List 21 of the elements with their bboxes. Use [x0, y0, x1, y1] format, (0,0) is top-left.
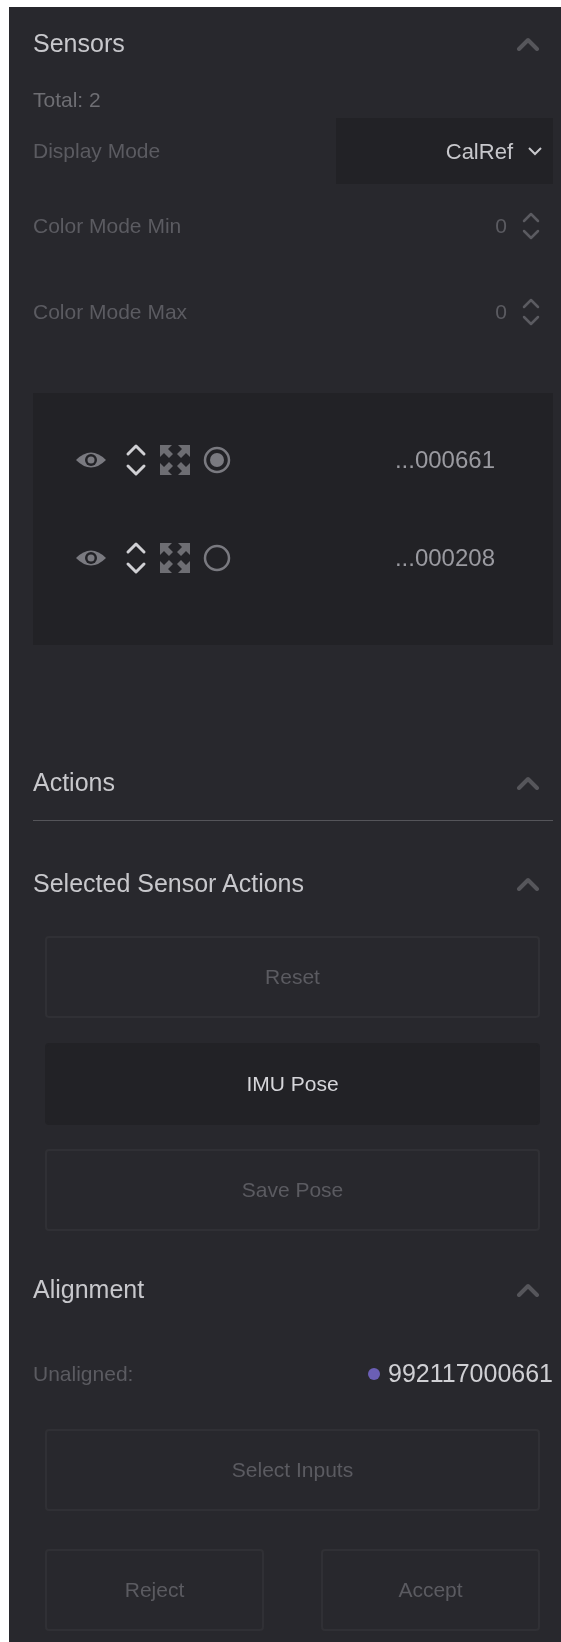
display-mode-dropdown[interactable]: CalRef: [336, 118, 553, 184]
radio-button[interactable]: [203, 446, 231, 474]
expand-arrows-icon[interactable]: [159, 444, 191, 476]
section-title: Selected Sensor Actions: [33, 868, 304, 900]
expand-arrows-icon[interactable]: [159, 542, 191, 574]
reorder-icon[interactable]: [125, 541, 147, 575]
sensor-id: ...000208: [394, 543, 495, 573]
section-title: Sensors: [33, 28, 125, 60]
caret-icon: [527, 146, 543, 156]
reorder-icon[interactable]: [125, 443, 147, 477]
collapse-icon[interactable]: [516, 1283, 540, 1297]
section-title: Alignment: [33, 1274, 145, 1306]
sensor-id: ...000661: [394, 445, 495, 475]
section-title: Actions: [33, 767, 115, 799]
collapse-icon[interactable]: [516, 776, 540, 790]
action-button[interactable]: IMU Pose: [45, 1043, 540, 1125]
collapse-icon[interactable]: [516, 37, 540, 51]
collapse-icon[interactable]: [516, 877, 540, 891]
radio-button[interactable]: [203, 544, 231, 572]
total-count: Total: 2: [33, 86, 101, 113]
sensor-id: 992117000661: [388, 1358, 553, 1390]
